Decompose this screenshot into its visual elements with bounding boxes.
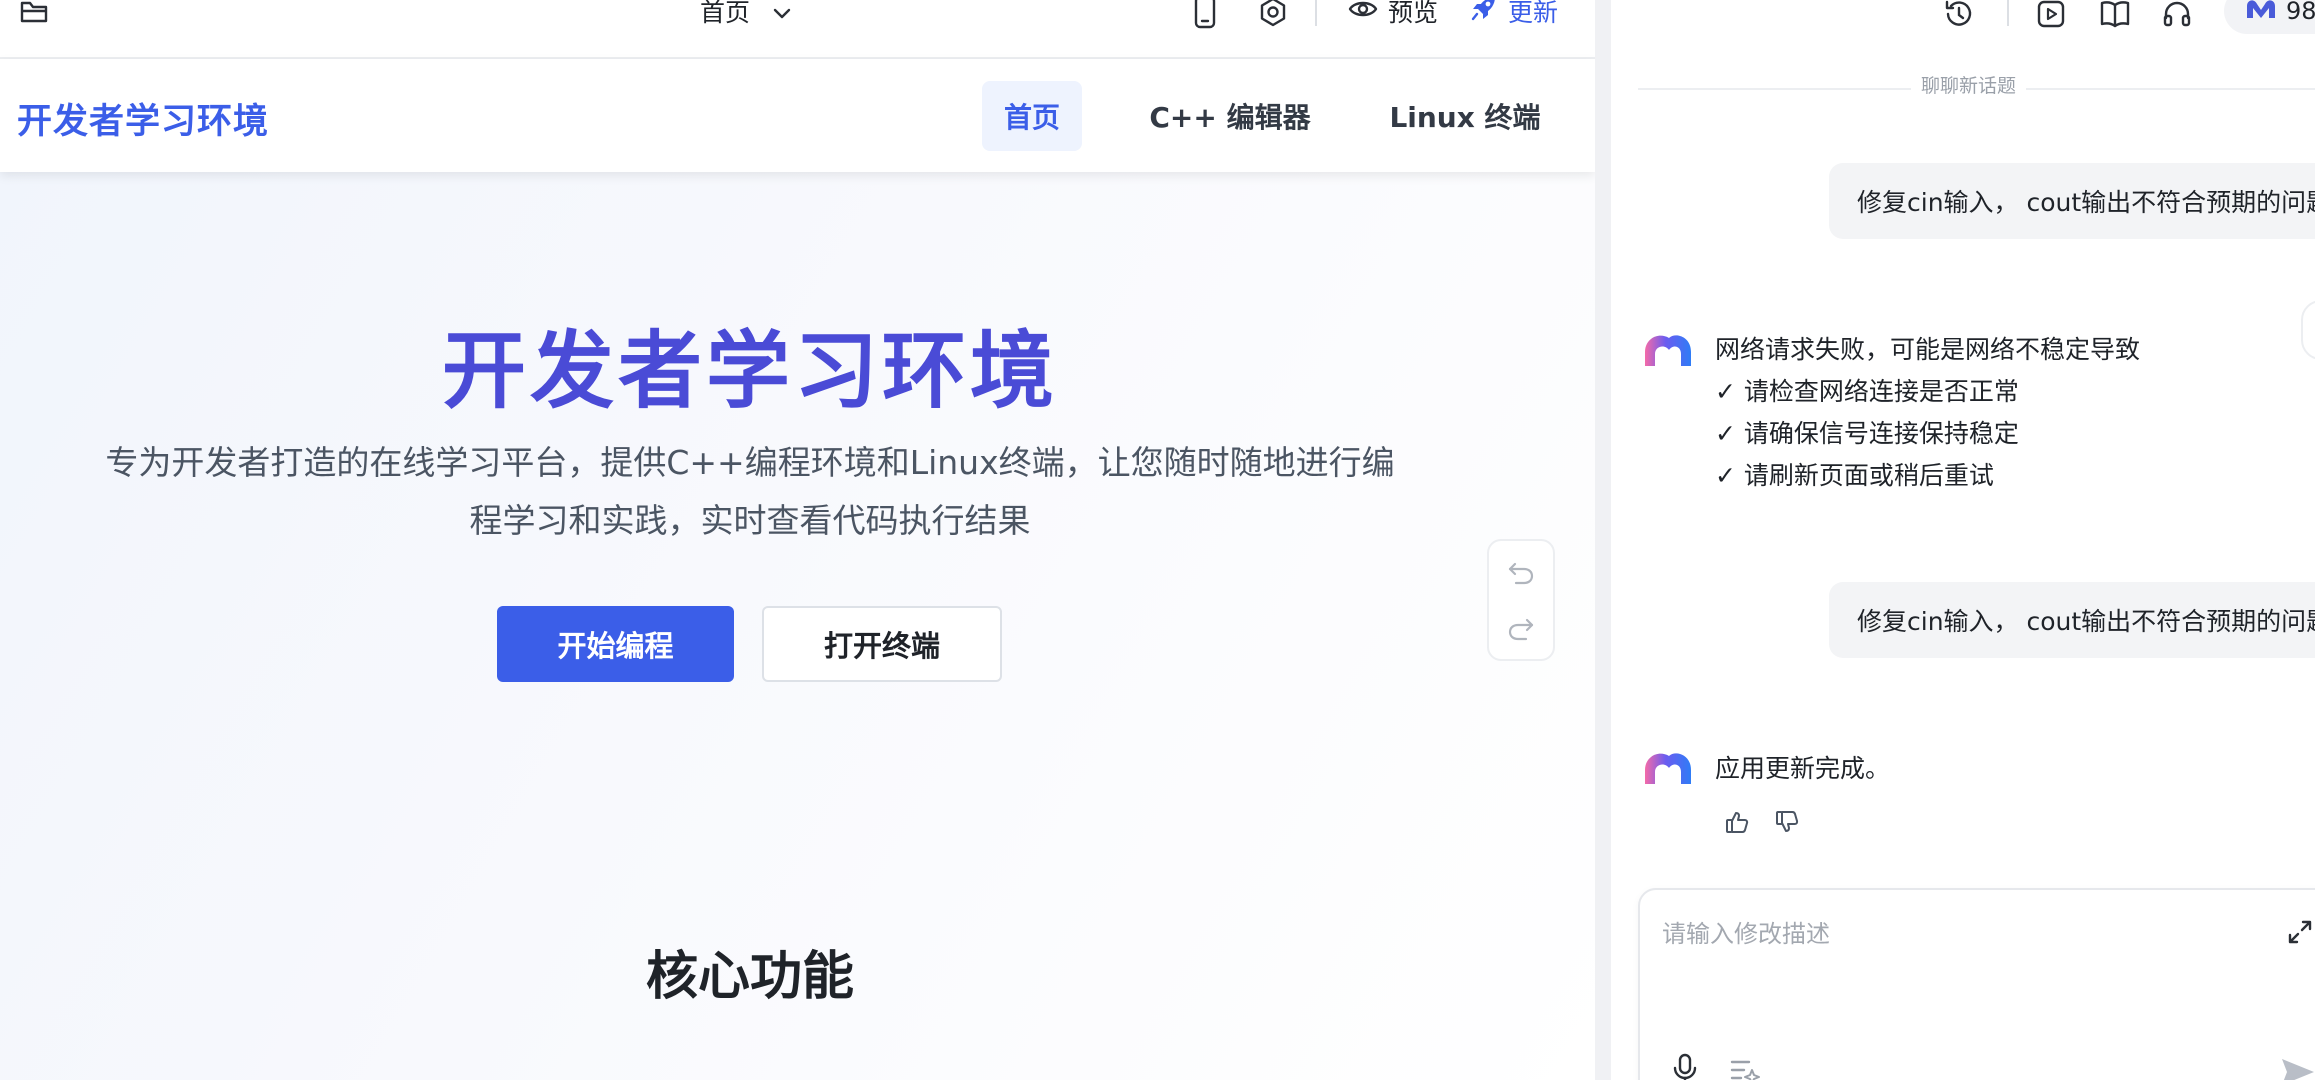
- nav-link-home[interactable]: 首页: [982, 81, 1082, 151]
- preview-label: 预览: [1388, 0, 1439, 27]
- assistant-message-line: ✓ 请刷新页面或稍后重试: [1715, 461, 1994, 490]
- collapse-handle[interactable]: [2301, 300, 2315, 360]
- pane-splitter[interactable]: [1595, 0, 1611, 1080]
- hero-section: 开发者学习环境 专为开发者打造的在线学习平台，提供C++编程环境和Linux终端…: [0, 172, 1595, 1080]
- assistant-message: 应用更新完成。: [1715, 748, 1890, 790]
- redo-icon[interactable]: [1489, 601, 1553, 657]
- open-terminal-button[interactable]: 打开终端: [762, 606, 1002, 682]
- section-title: 核心功能: [645, 947, 854, 1007]
- nav-link-linux-terminal[interactable]: Linux 终端: [1385, 81, 1545, 151]
- hero-description-line: 程学习和实践，实时查看代码执行结果: [469, 501, 1031, 540]
- assistant-message-line: ✓ 请确保信号连接保持稳定: [1715, 419, 2019, 448]
- headset-icon[interactable]: [2159, 0, 2195, 32]
- play-icon[interactable]: [2033, 0, 2069, 32]
- assistant-message-line: 应用更新完成。: [1715, 754, 1891, 783]
- thumbs-up-icon[interactable]: [1723, 808, 1751, 836]
- update-label: 更新: [1508, 0, 1559, 27]
- folder-icon[interactable]: [18, 0, 50, 26]
- nav-link-cpp-editor[interactable]: C++ 编辑器: [1140, 81, 1320, 151]
- ai-avatar-icon: [1643, 330, 1693, 370]
- thumbs-down-icon[interactable]: [1773, 808, 1801, 836]
- user-message: 修复cin输入， cout输出不符合预期的问题: [1829, 582, 2315, 658]
- user-message: 修复cin输入， cout输出不符合预期的问题: [1829, 163, 2315, 239]
- message-feedback: [1723, 808, 1801, 836]
- send-icon[interactable]: [2276, 1050, 2315, 1080]
- gear-icon[interactable]: [1255, 0, 1291, 30]
- chat-composer: [1638, 888, 2315, 1080]
- page-select[interactable]: 首页: [700, 0, 792, 28]
- toolbar-divider: [2007, 0, 2009, 26]
- update-button[interactable]: 更新: [1470, 0, 1558, 28]
- book-icon[interactable]: [2097, 0, 2133, 32]
- ai-avatar-icon: [1643, 748, 1693, 788]
- expand-icon[interactable]: [2284, 916, 2315, 948]
- site-logo[interactable]: 开发者学习环境: [17, 93, 269, 144]
- mobile-icon[interactable]: [1190, 0, 1220, 30]
- site-navbar: 开发者学习环境 首页 C++ 编辑器 Linux 终端: [0, 59, 1595, 172]
- hero-title: 开发者学习环境: [441, 322, 1058, 420]
- chevron-down-icon: [772, 0, 792, 26]
- assistant-message-line: 网络请求失败，可能是网络不稳定导致: [1715, 335, 2141, 364]
- hero-description: 专为开发者打造的在线学习平台，提供C++编程环境和Linux终端，让您随时随地进…: [70, 434, 1430, 550]
- preview-button[interactable]: 预览: [1348, 0, 1438, 28]
- toolbar-divider: [1315, 0, 1317, 26]
- assistant-message: 网络请求失败，可能是网络不稳定导致 ✓ 请检查网络连接是否正常 ✓ 请确保信号连…: [1715, 329, 2140, 497]
- eye-icon: [1348, 0, 1378, 26]
- new-topic-label[interactable]: 聊聊新话题: [1911, 76, 2027, 94]
- preview-toolbar: 首页 预览 更新: [0, 0, 1595, 59]
- assistant-message-line: ✓ 请检查网络连接是否正常: [1715, 377, 2019, 406]
- page-select-value: 首页: [700, 0, 751, 27]
- credit-value: 98: [2286, 0, 2315, 25]
- prompt-list-icon[interactable]: [1728, 1054, 1762, 1080]
- preview-pane: 首页 预览 更新 开发者学习环境 首页 C++ 编辑器 Linux 终端 开发者…: [0, 0, 1595, 1080]
- credit-balance-pill[interactable]: 98: [2224, 0, 2315, 34]
- chat-pane: 98 聊聊新话题 修复cin输入， cout输出不符合预期的问题 网络请求失败，…: [1611, 0, 2315, 1080]
- brand-logo-icon: [2244, 0, 2278, 26]
- undo-redo-panel: [1487, 539, 1555, 661]
- undo-icon[interactable]: [1489, 545, 1553, 601]
- mic-icon[interactable]: [1668, 1050, 1702, 1080]
- start-coding-button[interactable]: 开始编程: [497, 606, 734, 682]
- rocket-icon: [1470, 0, 1498, 28]
- prompt-input[interactable]: [1662, 914, 2262, 954]
- hero-description-line: 专为开发者打造的在线学习平台，提供C++编程环境和Linux终端，让您随时随地进…: [105, 443, 1395, 482]
- history-icon[interactable]: [1941, 0, 1977, 32]
